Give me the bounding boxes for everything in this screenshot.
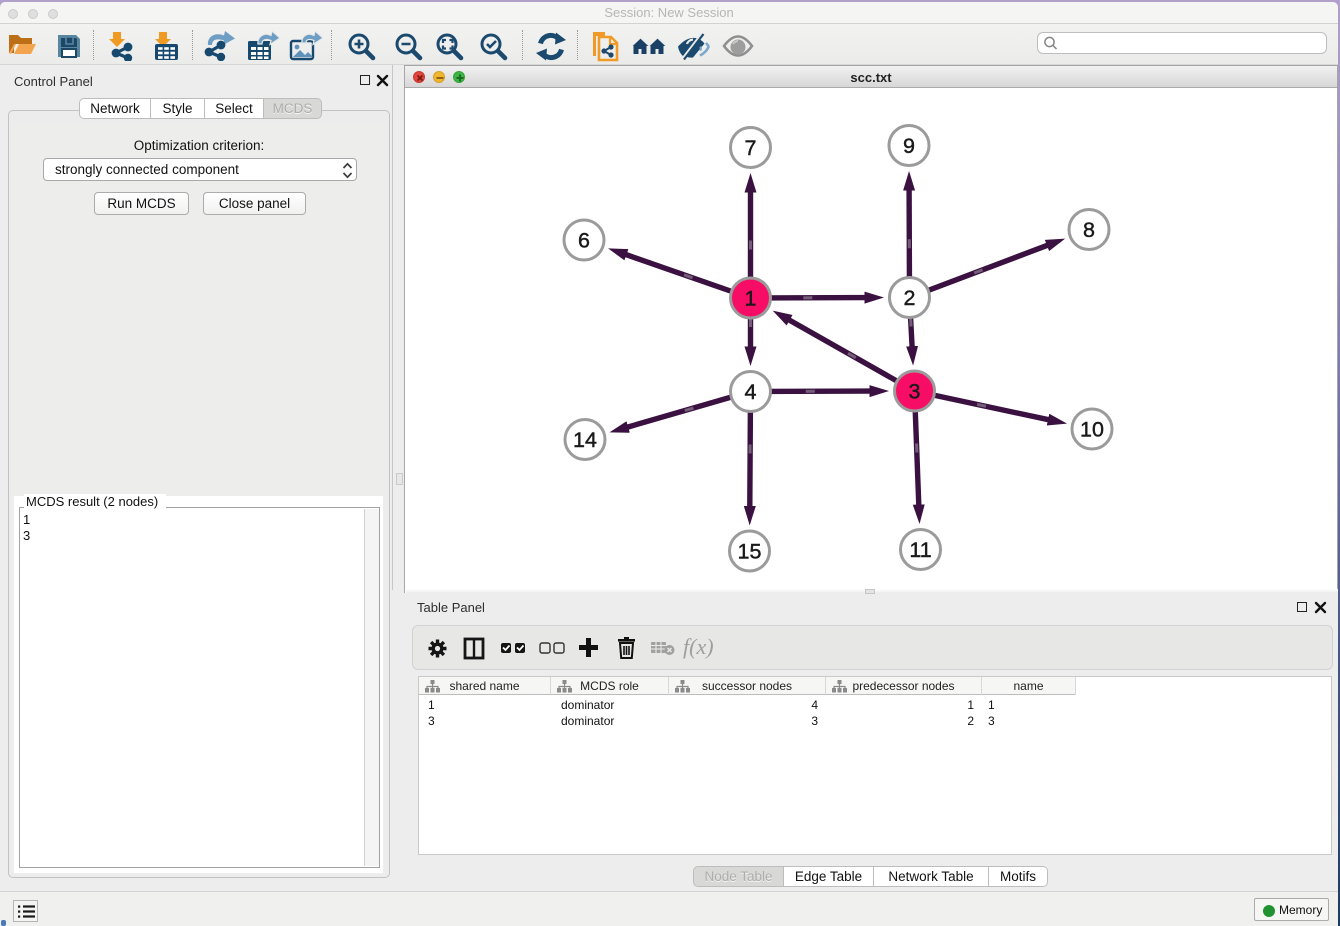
svg-text:7: 7 bbox=[745, 136, 757, 160]
svg-text:1: 1 bbox=[745, 287, 757, 311]
svg-text:4: 4 bbox=[745, 380, 757, 404]
svg-text:14: 14 bbox=[573, 428, 597, 452]
svg-text:10: 10 bbox=[1080, 418, 1104, 442]
svg-text:15: 15 bbox=[738, 540, 762, 564]
svg-text:9: 9 bbox=[903, 134, 915, 158]
svg-text:8: 8 bbox=[1083, 218, 1095, 242]
svg-text:6: 6 bbox=[578, 229, 590, 253]
svg-text:3: 3 bbox=[909, 380, 921, 404]
svg-text:11: 11 bbox=[909, 538, 931, 562]
svg-text:2: 2 bbox=[904, 286, 916, 310]
